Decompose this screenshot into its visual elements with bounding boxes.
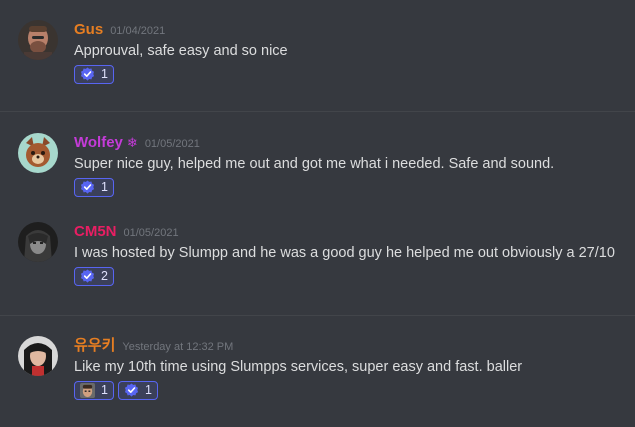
reaction-verified[interactable]: 1	[117, 381, 158, 400]
timestamp: 01/05/2021	[144, 138, 200, 150]
reactions: 1	[74, 65, 114, 84]
verified-check-icon	[80, 269, 95, 283]
message-header: Gus 01/04/2021	[74, 20, 165, 40]
avatar-image	[18, 222, 58, 262]
reaction-custom[interactable]: 1	[74, 381, 114, 400]
divider	[0, 111, 635, 112]
divider	[0, 315, 635, 316]
username[interactable]: CM5N	[74, 222, 117, 242]
verified-check-icon	[124, 383, 139, 397]
avatar-cm5n[interactable]	[18, 222, 58, 262]
reaction-count: 1	[101, 383, 108, 397]
verified-check-icon	[80, 180, 95, 194]
timestamp: 01/05/2021	[123, 227, 179, 239]
reactions: 2	[74, 267, 114, 286]
message-content: Approuval, safe easy and so nice	[74, 43, 288, 59]
snowflake-icon: ❄	[126, 135, 138, 150]
chat-messages: Gus 01/04/2021 Approuval, safe easy and …	[0, 0, 635, 427]
reaction-count: 1	[101, 180, 108, 194]
message-content: I was hosted by Slumpp and he was a good…	[74, 245, 615, 261]
message-content: Super nice guy, helped me out and got me…	[74, 156, 555, 172]
reaction-verified[interactable]: 1	[74, 65, 114, 84]
message-header: CM5N 01/05/2021	[74, 222, 179, 242]
avatar-image	[18, 20, 58, 60]
reaction-count: 2	[101, 269, 108, 283]
username[interactable]: Gus	[74, 20, 103, 40]
reaction-verified[interactable]: 1	[74, 178, 114, 197]
avatar-wolfey[interactable]	[18, 133, 58, 173]
reactions: 1	[74, 178, 114, 197]
message-header: Wolfey ❄ 01/05/2021	[74, 133, 200, 153]
avatar-image	[18, 133, 58, 173]
username[interactable]: 유우키	[74, 336, 115, 356]
timestamp: 01/04/2021	[110, 25, 166, 37]
reactions: 1 1	[74, 381, 158, 400]
message-header: 유우키 Yesterday at 12:32 PM	[74, 336, 233, 356]
timestamp: Yesterday at 12:32 PM	[122, 341, 234, 353]
verified-check-icon	[80, 67, 95, 81]
username[interactable]: Wolfey	[74, 133, 123, 153]
reaction-count: 1	[101, 67, 108, 81]
avatar-image	[18, 336, 58, 376]
reaction-verified[interactable]: 2	[74, 267, 114, 286]
message-content: Like my 10th time using Slumpps services…	[74, 359, 523, 375]
avatar-yuuki[interactable]	[18, 336, 58, 376]
custom-face-icon	[80, 383, 95, 398]
reaction-count: 1	[144, 383, 152, 397]
avatar-gus[interactable]	[18, 20, 58, 60]
